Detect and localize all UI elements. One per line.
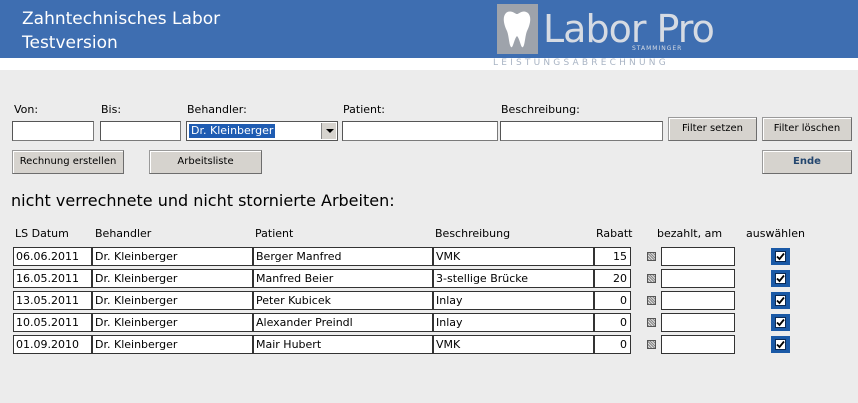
beschreibung-input[interactable]: [500, 121, 663, 141]
cell-datum[interactable]: 10.05.2011: [13, 313, 92, 332]
cell-beschreibung[interactable]: Inlay: [433, 313, 594, 332]
section-title: nicht verrechnete und nicht stornierte A…: [11, 191, 395, 210]
cell-rabatt[interactable]: 15: [594, 247, 631, 266]
column-header-patient: Patient: [255, 227, 294, 240]
column-header-datum: LS Datum: [15, 227, 69, 240]
filter-setzen-button[interactable]: Filter setzen: [668, 117, 757, 141]
app-subtitle: Testversion: [22, 33, 118, 53]
von-input[interactable]: [12, 121, 94, 141]
cell-patient[interactable]: Manfred Beier: [253, 269, 433, 288]
cell-rabatt[interactable]: 0: [594, 313, 631, 332]
patient-input[interactable]: [342, 121, 498, 141]
checkmark-icon: [775, 317, 786, 328]
cell-bezahlt-am[interactable]: [661, 335, 735, 354]
bezahlt-checkbox[interactable]: [647, 296, 656, 305]
auswaehlen-checkbox[interactable]: [771, 336, 790, 353]
cell-bezahlt-am[interactable]: [661, 291, 735, 310]
column-header-auswaehlen: auswählen: [746, 227, 805, 240]
cell-behandler[interactable]: Dr. Kleinberger: [92, 313, 253, 332]
cell-behandler[interactable]: Dr. Kleinberger: [92, 247, 253, 266]
cell-beschreibung[interactable]: VMK: [433, 247, 594, 266]
filter-loeschen-button[interactable]: Filter löschen: [762, 117, 852, 141]
checkmark-icon: [775, 273, 786, 284]
cell-datum[interactable]: 13.05.2011: [13, 291, 92, 310]
auswaehlen-checkbox[interactable]: [771, 270, 790, 287]
cell-behandler[interactable]: Dr. Kleinberger: [92, 269, 253, 288]
column-header-behandler: Behandler: [95, 227, 152, 240]
checkmark-icon: [775, 251, 786, 262]
cell-patient[interactable]: Mair Hubert: [253, 335, 433, 354]
cell-behandler[interactable]: Dr. Kleinberger: [92, 291, 253, 310]
column-header-bezahlt: bezahlt, am: [657, 227, 723, 240]
cell-bezahlt-am[interactable]: [661, 269, 735, 288]
cell-behandler[interactable]: Dr. Kleinberger: [92, 335, 253, 354]
cell-beschreibung[interactable]: 3-stellige Brücke: [433, 269, 594, 288]
checkmark-icon: [775, 339, 786, 350]
bis-label: Bis:: [101, 103, 122, 116]
cell-patient[interactable]: Alexander Preindl: [253, 313, 433, 332]
bis-input[interactable]: [100, 121, 181, 141]
header-strip: [0, 58, 858, 70]
auswaehlen-checkbox[interactable]: [771, 248, 790, 265]
beschreibung-label: Beschreibung:: [501, 103, 580, 116]
cell-beschreibung[interactable]: Inlay: [433, 291, 594, 310]
chevron-down-icon[interactable]: [321, 123, 336, 139]
checkmark-icon: [775, 295, 786, 306]
rechnung-erstellen-button[interactable]: Rechnung erstellen: [12, 150, 124, 174]
column-header-rabatt: Rabatt: [596, 227, 633, 240]
bezahlt-checkbox[interactable]: [647, 318, 656, 327]
cell-rabatt[interactable]: 0: [594, 291, 631, 310]
cell-beschreibung[interactable]: VMK: [433, 335, 594, 354]
cell-bezahlt-am[interactable]: [661, 247, 735, 266]
auswaehlen-checkbox[interactable]: [771, 292, 790, 309]
bezahlt-checkbox[interactable]: [647, 340, 656, 349]
cell-patient[interactable]: Peter Kubicek: [253, 291, 433, 310]
app-header: Zahntechnisches Labor Testversion Labor …: [0, 0, 858, 58]
patient-label: Patient:: [343, 103, 386, 116]
bezahlt-checkbox[interactable]: [647, 274, 656, 283]
column-header-beschreibung: Beschreibung: [435, 227, 511, 240]
bezahlt-checkbox[interactable]: [647, 252, 656, 261]
cell-datum[interactable]: 01.09.2010: [13, 335, 92, 354]
app-title: Zahntechnisches Labor: [22, 9, 221, 29]
behandler-selected-value: Dr. Kleinberger: [189, 124, 276, 138]
cell-rabatt[interactable]: 20: [594, 269, 631, 288]
behandler-select[interactable]: Dr. Kleinberger: [186, 121, 338, 141]
von-label: Von:: [14, 103, 39, 116]
behandler-label: Behandler:: [187, 103, 247, 116]
auswaehlen-checkbox[interactable]: [771, 314, 790, 331]
logo-tagline: LEISTUNGSABRECHNUNG: [493, 58, 669, 68]
cell-rabatt[interactable]: 0: [594, 335, 631, 354]
logo-sub: STAMMINGER: [632, 45, 683, 52]
cell-datum[interactable]: 16.05.2011: [13, 269, 92, 288]
arbeitsliste-button[interactable]: Arbeitsliste: [149, 150, 262, 174]
logo-wordmark: Labor Pro: [543, 7, 715, 51]
cell-datum[interactable]: 06.06.2011: [13, 247, 92, 266]
cell-patient[interactable]: Berger Manfred: [253, 247, 433, 266]
ende-button[interactable]: Ende: [762, 150, 852, 174]
tooth-icon: [503, 11, 531, 48]
cell-bezahlt-am[interactable]: [661, 313, 735, 332]
